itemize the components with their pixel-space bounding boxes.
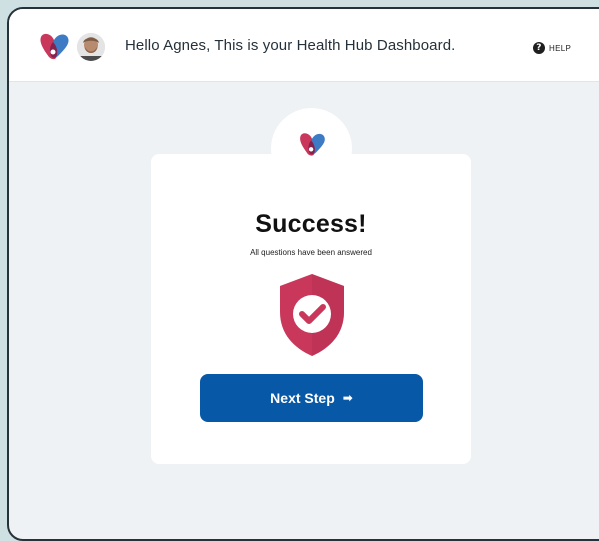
user-avatar-icon <box>77 33 105 61</box>
next-step-button[interactable]: Next Step ➡ <box>200 374 423 422</box>
app-frame: Hello Agnes, This is your Health Hub Das… <box>7 7 599 541</box>
success-subtitle: All questions have been answered <box>250 248 372 257</box>
arrow-right-icon: ➡ <box>342 391 353 405</box>
help-link[interactable]: ? HELP <box>533 42 571 54</box>
next-step-label: Next Step <box>270 390 335 406</box>
help-label: HELP <box>549 43 572 53</box>
shield-check-icon <box>280 274 344 356</box>
welcome-greeting: Hello Agnes, This is your Health Hub Das… <box>125 37 456 54</box>
question-circle-icon: ? <box>533 42 545 54</box>
health-hub-logo-icon <box>300 133 325 156</box>
user-avatar[interactable] <box>77 33 105 61</box>
health-hub-logo-icon <box>40 33 69 60</box>
top-header: Hello Agnes, This is your Health Hub Das… <box>9 9 599 82</box>
success-title: Success! <box>255 210 367 238</box>
